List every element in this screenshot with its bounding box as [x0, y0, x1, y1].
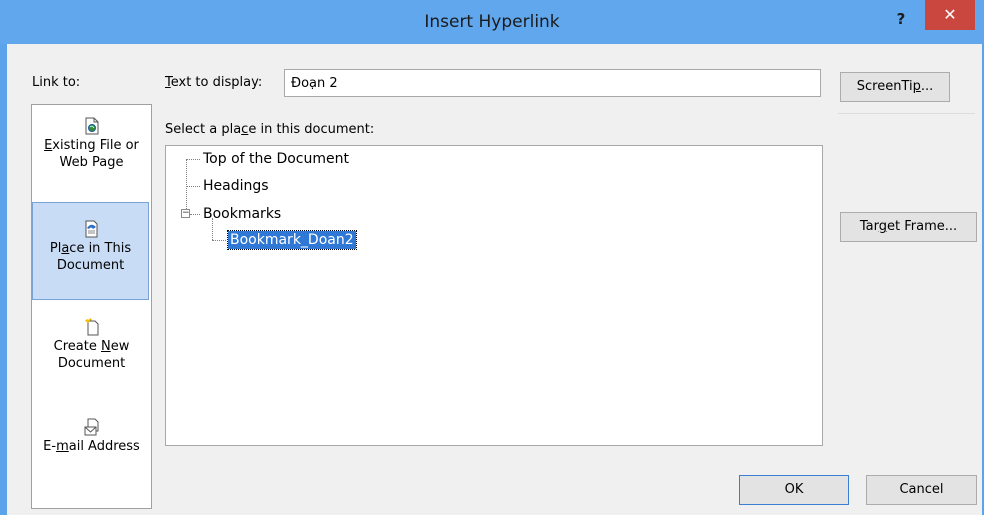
tree-connector [212, 240, 226, 241]
new-document-icon [84, 318, 98, 336]
tree-connector [190, 214, 200, 215]
document-places-tree[interactable]: − Top of the Document Headings Bookmarks… [165, 145, 823, 446]
cancel-button[interactable]: Cancel [866, 475, 977, 505]
link-existing-file-label: Existing File or Web Page [44, 138, 139, 170]
link-place-in-document[interactable]: Place in This Document [32, 202, 149, 300]
link-create-new-document[interactable]: Create New Document [32, 318, 151, 372]
link-email-address-label: E-mail Address [43, 439, 140, 454]
ok-button[interactable]: OK [739, 475, 849, 505]
link-place-in-document-label: Place in This Document [49, 241, 132, 273]
tree-connector [186, 159, 187, 215]
screentip-button[interactable]: ScreenTip... [840, 72, 950, 102]
window-title: Insert Hyperlink [424, 12, 560, 32]
link-to-label: Link to: [32, 75, 81, 90]
tree-item-top-of-document[interactable]: Top of the Document [203, 150, 349, 168]
email-address-icon [84, 418, 98, 436]
link-existing-file[interactable]: Existing File or Web Page [32, 117, 151, 171]
existing-file-icon [85, 117, 98, 135]
bookmarks-collapse-icon[interactable]: − [181, 209, 190, 218]
tree-item-bookmarks[interactable]: Bookmarks [203, 205, 281, 223]
text-to-display-label: Text to display: [165, 75, 263, 90]
select-place-label: Select a place in this document: [165, 122, 375, 137]
separator [838, 113, 975, 114]
tree-connector [186, 159, 200, 160]
tree-connector [186, 186, 200, 187]
link-to-panel: Existing File or Web Page Place in This … [31, 104, 152, 509]
tree-item-headings[interactable]: Headings [203, 177, 269, 195]
link-create-new-document-label: Create New Document [53, 339, 130, 371]
text-to-display-input[interactable] [284, 69, 821, 97]
tree-item-bookmark-doan2[interactable]: Bookmark_Doan2 [227, 230, 357, 250]
help-button[interactable]: ? [886, 6, 916, 32]
place-in-document-icon [85, 220, 97, 238]
close-button[interactable]: ✕ [925, 0, 975, 30]
link-email-address[interactable]: E-mail Address [32, 418, 151, 455]
target-frame-button[interactable]: Target Frame... [840, 212, 977, 242]
